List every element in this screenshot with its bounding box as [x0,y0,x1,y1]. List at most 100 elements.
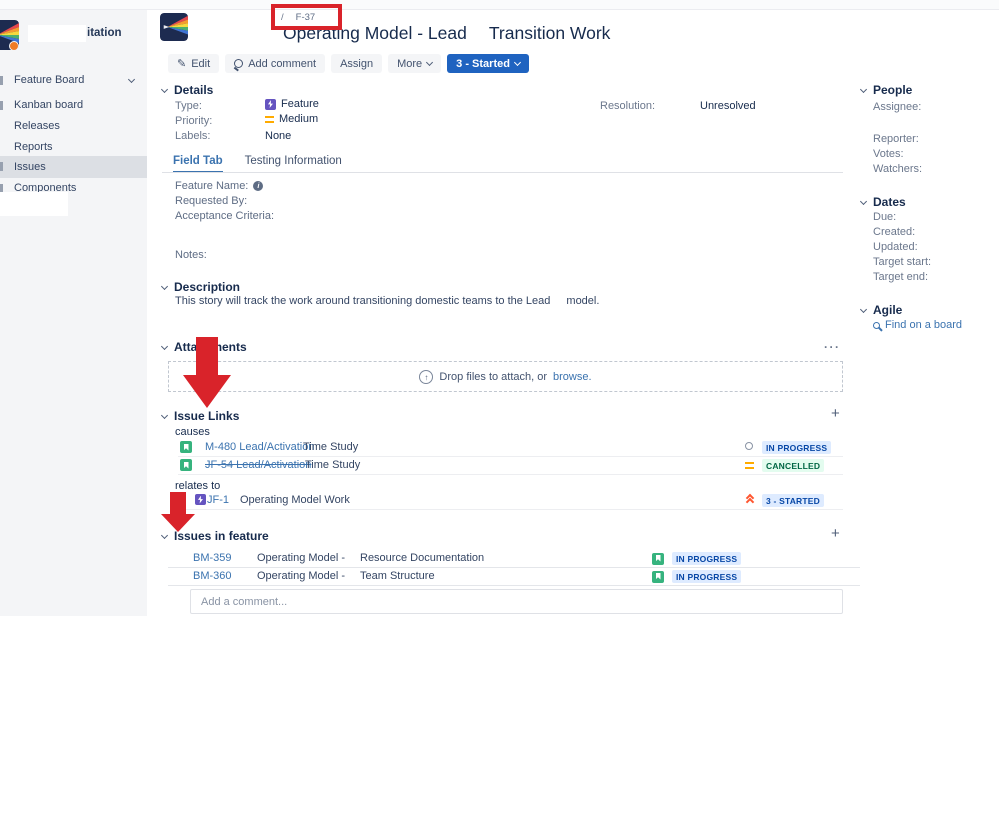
updated-label: Updated: [873,241,918,253]
acceptance-criteria-label: Acceptance Criteria: [175,210,274,222]
feature-issue-row[interactable]: BM-360 Operating Model - Lead Team Struc… [168,568,860,586]
feature-name-label: Feature Name: i [175,180,263,192]
story-type-icon [180,459,192,471]
description-text-part2: model. [566,295,599,307]
collapse-chevron-icon[interactable] [860,86,867,93]
dropzone-text: Drop files to attach, or [439,371,547,383]
watchers-label: Watchers: [873,163,922,175]
issue-links-section-header[interactable]: Issue Links [162,409,239,423]
workflow-status-button[interactable]: 3 - Started [447,54,529,73]
status-badge: CANCELLED [762,459,824,472]
story-type-icon [180,441,192,453]
description-text: This story will track the work around tr… [175,295,599,307]
priority-medium-icon [745,462,754,469]
sidebar-item-reports[interactable]: Reports [0,137,147,158]
issue-project-avatar [160,13,188,41]
details-section-header[interactable]: Details [162,83,213,97]
collapse-chevron-icon[interactable] [161,343,168,350]
status-badge: IN PROGRESS [672,552,741,565]
priority-value: Medium [265,113,318,125]
collapse-chevron-icon[interactable] [161,412,168,419]
agile-section-header[interactable]: Agile [861,303,902,317]
tab-testing-information[interactable]: Testing Information [245,155,342,173]
redaction-box [0,192,68,216]
more-button-label: More [397,58,422,70]
chevron-down-icon [514,59,521,66]
issue-link-summary[interactable]: Time Study [305,459,360,471]
sidebar-item-label: Releases [14,120,60,132]
feature-issue-key[interactable]: BM-359 [193,552,232,564]
attachments-menu-icon[interactable]: ··· [824,340,841,354]
collapse-chevron-icon[interactable] [860,198,867,205]
issue-link-key[interactable]: JF-54 Lead/Activation [205,459,311,471]
issues-icon [0,162,3,171]
priority-icon [745,442,753,450]
labels-value: None [265,130,291,142]
annotation-arrow-issue-links [183,337,231,409]
type-value: Feature [265,98,319,110]
type-value-text: Feature [281,98,319,110]
add-issue-link-button[interactable]: + [831,408,840,420]
description-heading: Description [174,280,240,294]
requested-by-label: Requested By: [175,195,247,207]
feature-issue-summary[interactable]: Resource Documentation [360,552,484,564]
status-badge: IN PROGRESS [762,441,831,454]
collapse-chevron-icon[interactable] [860,306,867,313]
info-icon[interactable]: i [253,181,263,191]
app-header-strip [0,0,999,10]
issue-link-summary[interactable]: Time Study [303,441,358,453]
feature-issue-row[interactable]: BM-359 Operating Model - Lead Resource D… [168,550,860,568]
attachment-dropzone[interactable]: ↑ Drop files to attach, or browse. [168,361,843,392]
issue-link-summary[interactable]: Operating Model Work [240,494,350,506]
priority-high-icon [745,495,756,505]
annotation-arrow-issues-in-feature [161,492,195,533]
comment-input[interactable] [191,590,842,613]
tabs-divider [162,172,843,173]
dates-section-header[interactable]: Dates [861,195,906,209]
sidebar-item-feature-board[interactable]: Feature Board [0,70,147,91]
add-issue-to-feature-button[interactable]: + [831,528,840,540]
issue-link-row[interactable]: JF-54 Lead/Activation Time Study CANCELL… [178,457,843,475]
people-heading: People [873,83,912,97]
labels-label: Labels: [175,130,210,142]
sidebar-item-label: Issues [14,161,46,173]
breadcrumb-issue-key[interactable]: F-37 [296,12,316,23]
due-label: Due: [873,211,896,223]
votes-label: Votes: [873,148,904,160]
chevron-down-icon[interactable] [128,76,135,83]
assignee-label: Assignee: [873,101,921,113]
priority-label: Priority: [175,115,212,127]
find-on-board-link[interactable]: Find on a board [873,319,962,331]
feature-issue-key[interactable]: BM-360 [193,570,232,582]
status-badge: IN PROGRESS [672,570,741,583]
assign-button-label: Assign [340,58,373,70]
feature-issue-epic: Operating Model - Lead [257,570,345,582]
tab-field-tab[interactable]: Field Tab [173,155,223,173]
browse-link[interactable]: browse. [553,371,592,383]
sidebar-item-kanban-board[interactable]: Kanban board [0,95,147,116]
issue-link-row[interactable]: JF-1 Operating Model Work 3 - STARTED [178,492,843,510]
dates-heading: Dates [873,195,906,209]
comment-bubble-icon [234,59,243,68]
add-comment-button[interactable]: Add comment [225,54,325,73]
description-section-header[interactable]: Description [162,280,240,294]
issue-link-key[interactable]: M-480 Lead/Activation [205,441,314,453]
project-sidebar: itation Feature Board Kanban board Relea… [0,10,147,616]
collapse-chevron-icon[interactable] [161,86,168,93]
collapse-chevron-icon[interactable] [161,532,168,539]
edit-button[interactable]: ✎ Edit [168,54,219,73]
collapse-chevron-icon[interactable] [161,283,168,290]
sidebar-item-releases[interactable]: Releases [0,116,147,137]
more-button[interactable]: More [388,54,441,73]
people-section-header[interactable]: People [861,83,912,97]
link-relation-label: causes [175,426,210,438]
issue-link-key[interactable]: JF-1 [207,494,229,506]
feature-name-label-text: Feature Name: [175,180,248,192]
feature-issue-summary[interactable]: Team Structure [360,570,435,582]
reporter-label: Reporter: [873,133,919,145]
assign-button[interactable]: Assign [331,54,382,73]
issue-links-heading: Issue Links [174,409,239,423]
project-name: itation [87,27,122,39]
sidebar-item-issues[interactable]: Issues [0,156,147,178]
issue-link-row[interactable]: M-480 Lead/Activation Time Study IN PROG… [178,439,843,457]
